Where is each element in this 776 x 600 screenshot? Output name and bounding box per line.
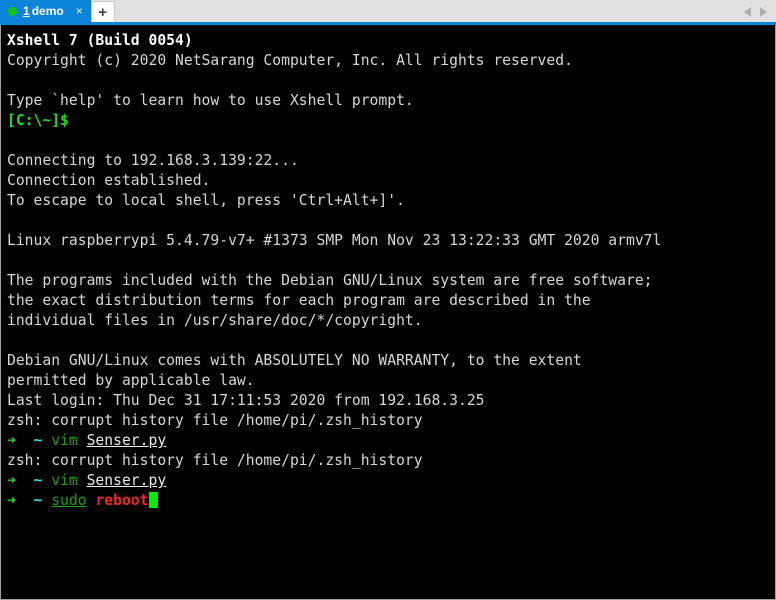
terminal-line: [C:\~]$ (7, 111, 775, 131)
new-tab-button[interactable]: + (90, 1, 115, 22)
terminal-text: individual files in /usr/share/doc/*/cop… (7, 312, 423, 329)
terminal-text: Debian GNU/Linux comes with ABSOLUTELY N… (7, 352, 582, 369)
tab-navigation (744, 0, 776, 22)
terminal-text: Xshell 7 (Build 0054) (7, 32, 193, 49)
terminal-text: reboot (95, 492, 149, 509)
terminal-line: ➜ ~ vim Senser.py (7, 471, 775, 491)
terminal-line: Xshell 7 (Build 0054) (7, 31, 775, 51)
xshell-window: 1 demo × + Xshell 7 (Build 0054) Copyrigh… (0, 0, 776, 600)
tab-title-label: demo (31, 4, 64, 18)
terminal-line: Debian GNU/Linux comes with ABSOLUTELY N… (7, 351, 775, 371)
terminal-text: Connection established. (7, 172, 211, 189)
terminal-text: vim (51, 472, 78, 489)
terminal-line: zsh: corrupt history file /home/pi/.zsh_… (7, 411, 775, 431)
terminal-line: the exact distribution terms for each pr… (7, 291, 775, 311)
terminal-text: ➜ (7, 472, 16, 489)
terminal-text: zsh: corrupt history file /home/pi/.zsh_… (7, 412, 423, 429)
terminal-line: zsh: corrupt history file /home/pi/.zsh_… (7, 451, 775, 471)
terminal-text: The programs included with the Debian GN… (7, 272, 653, 289)
terminal-panel[interactable]: Xshell 7 (Build 0054) Copyright (c) 2020 … (0, 25, 776, 600)
terminal-line: ➜ ~ sudo reboot (7, 491, 775, 511)
tab-bar-filler (115, 0, 744, 22)
terminal-line: The programs included with the Debian GN… (7, 271, 775, 291)
terminal-text: the exact distribution terms for each pr… (7, 292, 591, 309)
terminal-output[interactable]: Xshell 7 (Build 0054) Copyright (c) 2020 … (1, 25, 775, 511)
chevron-left-icon[interactable] (744, 2, 752, 21)
session-tab-demo[interactable]: 1 demo × (0, 0, 91, 22)
terminal-text: Linux raspberrypi 5.4.79-v7+ #1373 SMP M… (7, 232, 662, 249)
terminal-line: To escape to local shell, press 'Ctrl+Al… (7, 191, 775, 211)
terminal-text: Senser.py (86, 472, 167, 489)
connection-status-dot (8, 6, 17, 16)
terminal-text: Copyright (c) 2020 NetSarang Computer, I… (7, 52, 573, 69)
terminal-text: Connecting to 192.168.3.139:22... (7, 152, 299, 169)
terminal-line: individual files in /usr/share/doc/*/cop… (7, 311, 775, 331)
terminal-line: Connection established. (7, 171, 775, 191)
terminal-line: Copyright (c) 2020 NetSarang Computer, I… (7, 51, 775, 71)
terminal-line: Last login: Thu Dec 31 17:11:53 2020 fro… (7, 391, 775, 411)
terminal-text: ➜ (7, 432, 16, 449)
terminal-text: ➜ (7, 492, 16, 509)
tab-index-label: 1 (23, 4, 30, 18)
terminal-text: sudo (51, 492, 87, 509)
terminal-text: zsh: corrupt history file /home/pi/.zsh_… (7, 452, 423, 469)
terminal-text: vim (51, 432, 78, 449)
terminal-line: Linux raspberrypi 5.4.79-v7+ #1373 SMP M… (7, 231, 775, 251)
chevron-right-icon[interactable] (759, 2, 767, 21)
terminal-text: permitted by applicable law. (7, 372, 255, 389)
terminal-line: permitted by applicable law. (7, 371, 775, 391)
terminal-text: [C:\~]$ (7, 112, 69, 129)
terminal-text: Last login: Thu Dec 31 17:11:53 2020 fro… (7, 392, 485, 409)
terminal-line: Connecting to 192.168.3.139:22... (7, 151, 775, 171)
close-icon[interactable]: × (74, 5, 85, 17)
terminal-cursor (148, 492, 158, 508)
tab-bar: 1 demo × + (0, 0, 776, 22)
terminal-text: To escape to local shell, press 'Ctrl+Al… (7, 192, 405, 209)
terminal-line: ➜ ~ vim Senser.py (7, 431, 775, 451)
terminal-text: Senser.py (86, 432, 167, 449)
terminal-text: Type `help' to learn how to use Xshell p… (7, 92, 414, 109)
terminal-line: Type `help' to learn how to use Xshell p… (7, 91, 775, 111)
